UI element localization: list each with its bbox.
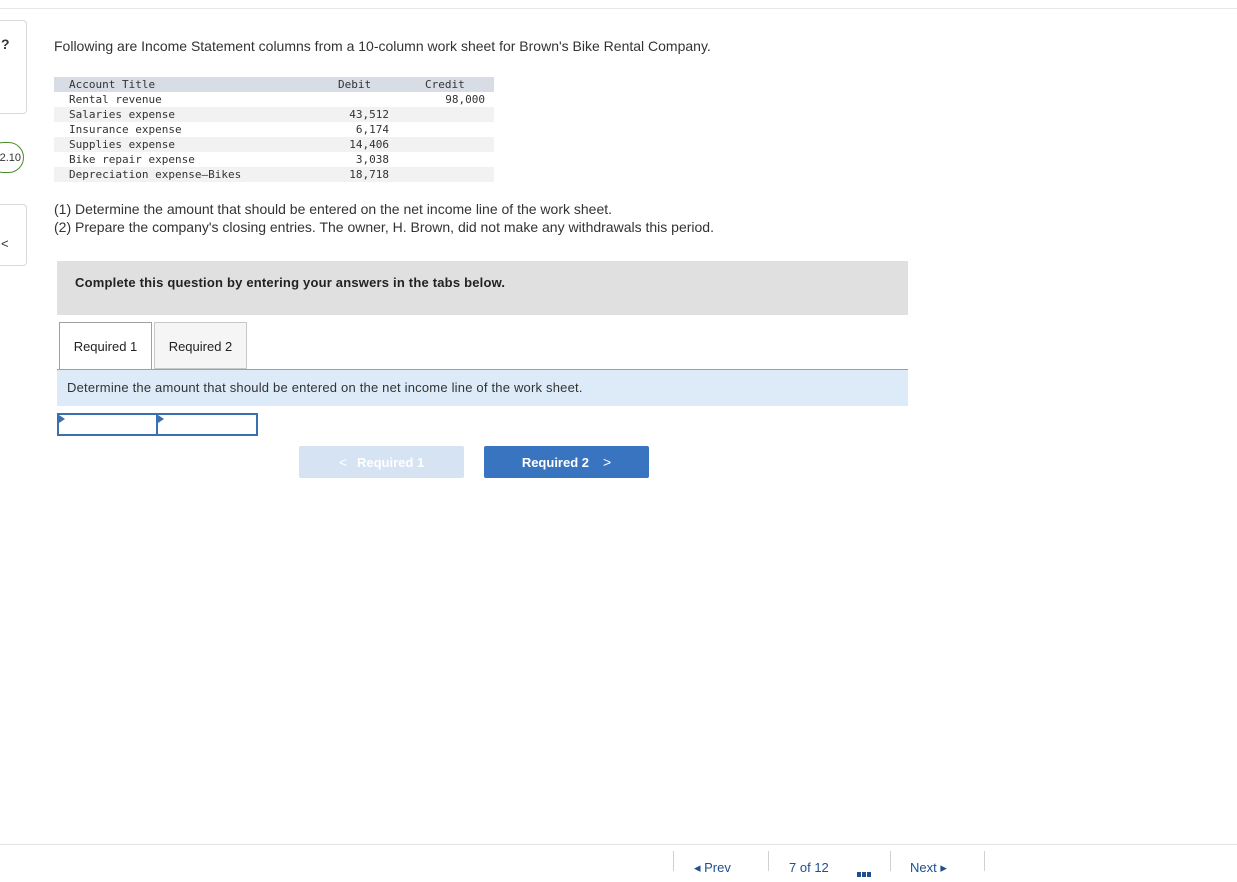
debit-value: 14,406 [349,138,389,151]
header-account-title: Account Title [69,78,156,91]
account-title: Rental revenue [69,93,162,106]
question-1-number: (1) [54,201,72,217]
instruction-text: Determine the amount that should be ente… [67,380,583,395]
footer-divider [0,844,1237,845]
next-required-button[interactable]: Required 2 > [484,446,649,478]
worksheet-header-row: Account Title Debit Credit [54,77,494,92]
footer-separator [673,851,674,871]
next-required-label: Required 2 [521,455,589,470]
table-row: Salaries expense 43,512 [54,107,494,122]
footer-separator [984,851,985,871]
debit-value: 43,512 [349,108,389,121]
question-2-number: (2) [54,219,72,235]
account-title: Bike repair expense [69,153,195,166]
tab-instruction: Determine the amount that should be ente… [57,370,908,406]
account-title: Salaries expense [69,108,175,121]
footer-next-button[interactable]: Next ▸ [910,860,947,876]
debit-value: 6,174 [355,123,389,136]
prev-required-label: Required 1 [357,455,425,470]
footer-prev-label: Prev [704,860,731,875]
page-total: 12 [814,860,829,875]
prev-required-button[interactable]: < Required 1 [299,446,464,478]
header-credit: Credit [425,78,465,91]
footer-prev-button[interactable]: ◂ Prev [694,860,731,876]
answer-input-amount[interactable] [156,413,258,436]
account-title: Insurance expense [69,123,182,136]
credit-value: 98,000 [445,93,485,106]
account-title: Supplies expense [69,138,175,151]
tab-required-2[interactable]: Required 2 [154,322,247,369]
chevron-right-icon: > [603,454,612,470]
instructions-banner: Complete this question by entering your … [57,261,908,315]
question-nav-card[interactable] [0,20,27,114]
page-indicator: 7 of 12 [789,860,829,875]
problem-intro: Following are Income Statement columns f… [54,38,711,54]
table-row: Depreciation expense—Bikes 18,718 [54,167,494,182]
header-debit: Debit [338,78,372,91]
question-1-text: Determine the amount that should be ente… [71,201,613,217]
cell-flag-icon [59,415,65,423]
help-icon: ? [1,36,10,52]
top-divider [0,8,1237,9]
score-badge: 2.10 [0,142,24,173]
collapse-card[interactable] [0,204,27,266]
question-2: (2) Prepare the company's closing entrie… [54,219,714,235]
table-row: Bike repair expense 3,038 [54,152,494,167]
table-row: Insurance expense 6,174 [54,122,494,137]
debit-value: 18,718 [349,168,389,181]
chevron-left-icon[interactable]: < [1,236,9,251]
footer-next-label: Next [910,860,937,875]
question-1: (1) Determine the amount that should be … [54,201,612,217]
footer-separator [890,851,891,871]
worksheet-table: Account Title Debit Credit Rental revenu… [54,77,494,182]
page-current: 7 [789,860,797,875]
grid-icon[interactable] [857,864,875,877]
cell-flag-icon [158,415,164,423]
answer-input-label[interactable] [57,413,158,436]
account-title: Depreciation expense—Bikes [69,168,242,181]
chevron-left-icon: < [338,454,347,470]
banner-text: Complete this question by entering your … [75,275,506,290]
footer-separator [768,851,769,871]
tab-required-1[interactable]: Required 1 [59,322,152,370]
question-2-text: Prepare the company's closing entries. T… [71,219,714,235]
debit-value: 3,038 [355,153,389,166]
table-row: Rental revenue 98,000 [54,92,494,107]
table-row: Supplies expense 14,406 [54,137,494,152]
page-of: of [799,860,811,875]
